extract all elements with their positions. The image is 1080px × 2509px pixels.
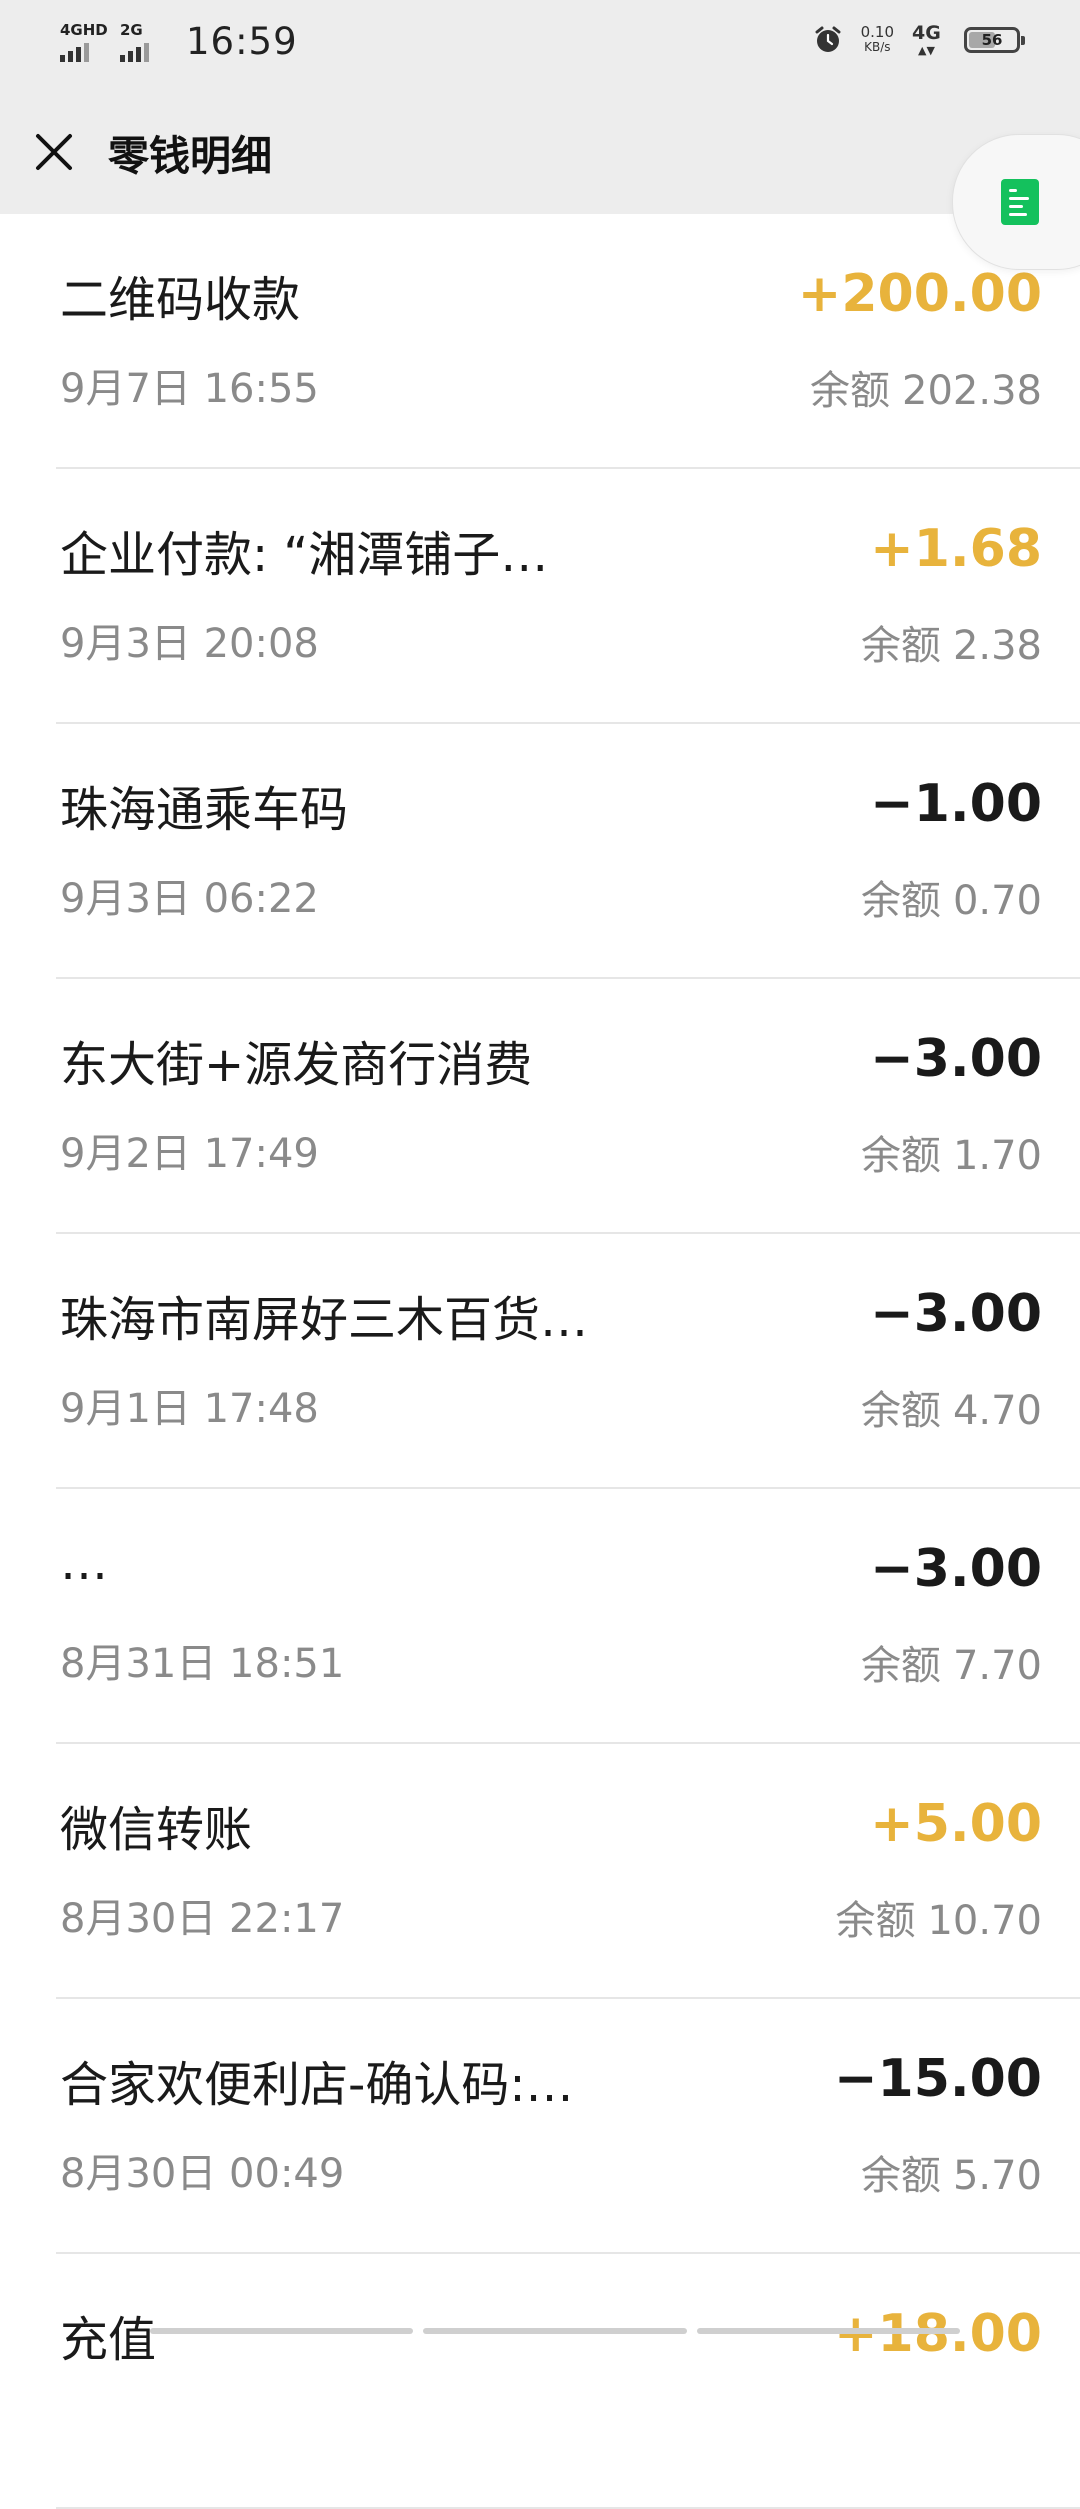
balance-label: 余额 [860,1388,941,1434]
transaction-balance: 余额 5.70 [861,2143,1042,2201]
transaction-title: 企业付款: “湘潭铺子… [60,527,549,583]
transaction-balance: 余额 1.70 [861,1123,1042,1181]
transaction-title: 充值 [60,2312,157,2368]
network-label-2: 2G [120,20,143,39]
status-time: 16:59 [186,20,298,63]
nav-bar: 零钱明细 [0,110,1080,190]
close-icon[interactable] [28,126,80,178]
transaction-balance: 余额 10.70 [835,1888,1042,1946]
transaction-row[interactable]: 充值 +18.00 [56,2254,1080,2509]
balance-value: 4.70 [952,1388,1042,1434]
transaction-list: 二维码收款 9月7日 16:55 +200.00 余额 202.38 企业付款: “湘潭铺… [0,214,1080,2509]
balance-label: 余额 [835,1898,916,1944]
transaction-amount: +5.00 [870,1794,1042,1854]
balance-value: 0.70 [952,878,1042,924]
transaction-balance: 余额 2.38 [861,613,1042,671]
battery-icon: 56 [964,27,1025,53]
transaction-title: 珠海通乘车码 [60,782,349,838]
transaction-row[interactable]: … 8月31日 18:51 −3.00 余额 7.70 [56,1489,1080,1744]
document-button[interactable] [952,134,1080,270]
transaction-balance: 余额 7.70 [861,1633,1042,1691]
transaction-date: 9月3日 06:22 [60,876,319,922]
transaction-row[interactable]: 微信转账 8月30日 22:17 +5.00 余额 10.70 [56,1744,1080,1999]
document-icon [1001,179,1039,225]
balance-label: 余额 [860,1133,941,1179]
status-right: 0.10 KB/s 4G ▲▼ 56 [813,22,1025,58]
balance-value: 202.38 [902,368,1042,414]
scroll-indicator [150,2328,960,2340]
transaction-date: 9月1日 17:48 [60,1386,319,1432]
transaction-row[interactable]: 二维码收款 9月7日 16:55 +200.00 余额 202.38 [56,214,1080,469]
transaction-date: 9月2日 17:49 [60,1131,319,1177]
transaction-row[interactable]: 东大街+源发商行消费 9月2日 17:49 −3.00 余额 1.70 [56,979,1080,1234]
status-bar: 4GHD 2G 16:59 0.10 KB/s 4G ▲▼ 56 [0,0,1080,86]
transaction-amount: −15.00 [833,2049,1042,2109]
balance-label: 余额 [860,1643,941,1689]
transaction-date: 8月30日 00:49 [60,2151,345,2197]
network-right-label: 4G [912,22,941,44]
balance-label: 余额 [860,878,941,924]
transaction-date: 8月31日 18:51 [60,1641,345,1687]
battery-level: 56 [981,31,1003,49]
signal-icon: 2G [120,22,166,62]
transaction-amount: +1.68 [870,519,1042,579]
speed-unit: KB/s [864,40,891,54]
balance-label: 余额 [810,368,891,414]
top-bar: 4GHD 2G 16:59 0.10 KB/s 4G ▲▼ 56 零钱明细 [0,0,1080,214]
transaction-date: 9月7日 16:55 [60,366,319,412]
transaction-amount: −3.00 [870,1029,1042,1089]
transaction-row[interactable]: 合家欢便利店-确认码:… 8月30日 00:49 −15.00 余额 5.70 [56,1999,1080,2254]
status-left: 4GHD 2G 16:59 [60,20,298,63]
balance-value: 10.70 [927,1898,1042,1944]
speed-value: 0.10 [860,23,894,41]
transaction-amount: −3.00 [870,1284,1042,1344]
signal-icon: 4GHD [60,20,108,62]
transaction-title: 东大街+源发商行消费 [60,1037,533,1093]
transaction-row[interactable]: 珠海市南屏好三木百货… 9月1日 17:48 −3.00 余额 4.70 [56,1234,1080,1489]
transaction-balance: 余额 202.38 [810,358,1042,416]
balance-value: 5.70 [952,2153,1042,2199]
transaction-title: 珠海市南屏好三木百货… [60,1292,589,1348]
transaction-title: 二维码收款 [60,272,301,328]
transaction-title: 合家欢便利店-确认码:… [60,2057,574,2113]
balance-value: 2.38 [952,623,1042,669]
balance-label: 余额 [860,623,941,669]
transaction-amount: −3.00 [870,1539,1042,1599]
balance-label: 余额 [860,2153,941,2199]
transaction-balance: 余额 0.70 [861,868,1042,926]
network-speed: 0.10 KB/s [861,25,894,55]
balance-value: 7.70 [952,1643,1042,1689]
transaction-amount: −1.00 [870,774,1042,834]
transaction-title: … [60,1535,108,1591]
data-network-icon: 4G ▲▼ [912,22,941,57]
page-title: 零钱明细 [108,132,272,180]
transaction-row[interactable]: 珠海通乘车码 9月3日 06:22 −1.00 余额 0.70 [56,724,1080,979]
transaction-amount: +200.00 [797,264,1042,324]
transaction-row[interactable]: 企业付款: “湘潭铺子… 9月3日 20:08 +1.68 余额 2.38 [56,469,1080,724]
alarm-icon [815,26,841,52]
transaction-balance: 余额 4.70 [861,1378,1042,1436]
transaction-title: 微信转账 [60,1802,253,1858]
network-label-1: 4GHD [60,20,108,39]
balance-value: 1.70 [952,1133,1042,1179]
transaction-date: 9月3日 20:08 [60,621,319,667]
transaction-date: 8月30日 22:17 [60,1896,345,1942]
